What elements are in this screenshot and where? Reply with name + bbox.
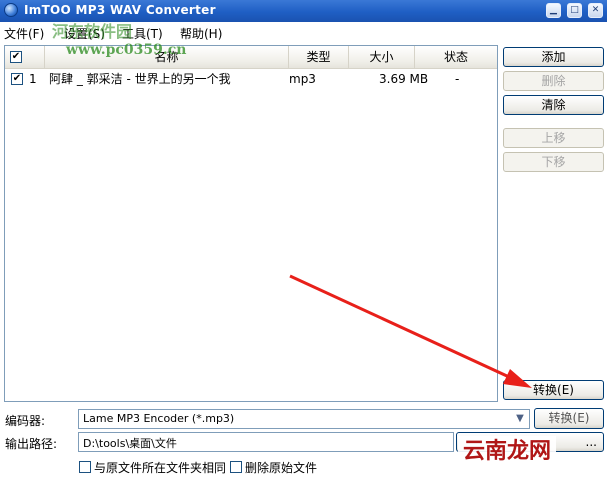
row-name: 阿肆 _ 郭采洁 - 世界上的另一个我 [49,72,231,86]
header-size[interactable]: 大小 [349,46,415,68]
header-check-col: ✔ [5,46,45,68]
output-path-value: D:\tools\桌面\文件 [83,437,177,450]
select-all-checkbox[interactable]: ✔ [10,51,22,63]
minimize-icon[interactable]: ▁ [546,3,561,18]
table-row[interactable]: ✔ 1 阿肆 _ 郭采洁 - 世界上的另一个我 mp3 3.69 MB - [5,70,497,88]
move-down-button[interactable]: 下移 [503,152,604,172]
chevron-down-icon[interactable]: ▼ [512,411,528,427]
row-size: 3.69 MB [379,72,429,86]
file-list[interactable]: ✔ 名称 类型 大小 状态 ✔ 1 阿肆 _ 郭采洁 - 世界上的另一个我 mp… [4,45,498,402]
same-folder-checkbox[interactable] [79,461,91,473]
menu-file[interactable]: 文件(F) [4,25,44,42]
clear-button[interactable]: 清除 [503,95,604,115]
convert-small-button[interactable]: 转换(E) [534,408,604,429]
maximize-icon[interactable]: □ [567,3,582,18]
window-title: ImTOO MP3 WAV Converter [24,3,216,17]
watermark-url: www.pc0359.cn [66,42,187,58]
watermark-text: 河东软件园 [52,22,133,41]
same-folder-label: 与原文件所在文件夹相同 [94,461,227,475]
output-path-field[interactable]: D:\tools\桌面\文件 [78,432,454,452]
header-type[interactable]: 类型 [289,46,349,68]
header-status[interactable]: 状态 [415,46,497,68]
watermark-logo: 云南龙网 [458,436,557,468]
delete-original-label: 删除原始文件 [245,461,318,475]
add-button[interactable]: 添加 [503,47,604,67]
app-icon [4,3,18,17]
convert-button[interactable]: 转换(E) [503,380,604,400]
row-checkbox[interactable]: ✔ [11,73,23,85]
menu-help[interactable]: 帮助(H) [180,25,222,42]
encoder-value: Lame MP3 Encoder (*.mp3) [83,412,235,425]
delete-button[interactable]: 删除 [503,71,604,91]
encoder-select[interactable]: Lame MP3 Encoder (*.mp3) ▼ [78,409,530,429]
close-icon[interactable]: ✕ [588,3,603,18]
row-status: - [455,72,460,86]
row-index: 1 [29,72,37,86]
row-type: mp3 [289,72,316,86]
encoder-label: 编码器: [5,414,46,428]
output-path-label: 输出路径: [5,437,58,451]
delete-original-checkbox[interactable] [230,461,242,473]
move-up-button[interactable]: 上移 [503,128,604,148]
